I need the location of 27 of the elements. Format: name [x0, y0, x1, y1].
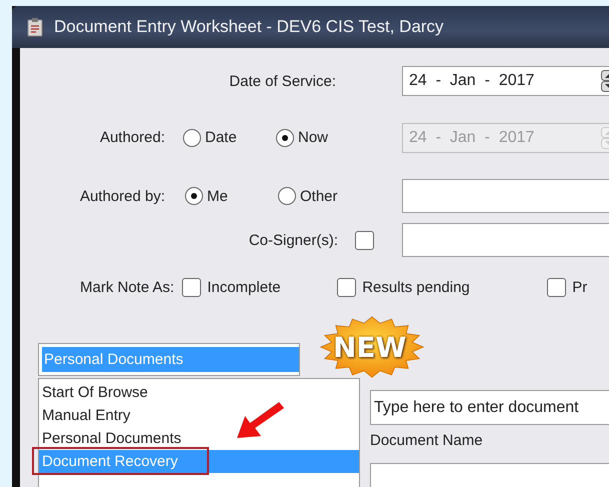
checkbox[interactable] — [355, 230, 374, 250]
document-text-field[interactable]: Type here to enter document — [370, 390, 609, 425]
list-item[interactable]: Manual Entry — [39, 404, 359, 427]
field-label: Mark Note As: — [80, 278, 174, 296]
list-item[interactable]: Start Of Browse — [39, 381, 359, 404]
clipboard-icon — [26, 17, 44, 37]
list-item[interactable]: Personal Documents — [39, 427, 359, 450]
badge-text: NEW — [333, 331, 406, 364]
radio-option[interactable]: Me — [185, 187, 228, 205]
checkbox-label: Pr — [572, 278, 588, 296]
checkbox[interactable] — [547, 278, 566, 296]
field-label: Authored: — [98, 129, 165, 146]
checkbox[interactable] — [337, 278, 356, 296]
checkbox[interactable] — [182, 278, 202, 296]
radio-option[interactable]: Other — [278, 187, 338, 205]
radio-option[interactable]: Now — [276, 128, 328, 146]
checkbox-label: Results pending — [362, 278, 470, 296]
field-label: Authored by: — [78, 188, 165, 204]
author-field[interactable] — [402, 179, 609, 213]
field-label: Document Name — [370, 432, 483, 449]
field-label: Co-Signer(s): — [248, 232, 338, 248]
field-label: Date of Service: — [228, 72, 336, 90]
window-title: Document Entry Worksheet - DEV6 CIS Test, Darcy — [54, 17, 444, 37]
co-signer-field[interactable] — [402, 223, 609, 257]
radio-option[interactable]: Date — [183, 128, 237, 146]
checkbox-label: Incomplete — [207, 278, 281, 296]
date-field[interactable]: 24 - Jan - 2017 — [402, 66, 609, 96]
